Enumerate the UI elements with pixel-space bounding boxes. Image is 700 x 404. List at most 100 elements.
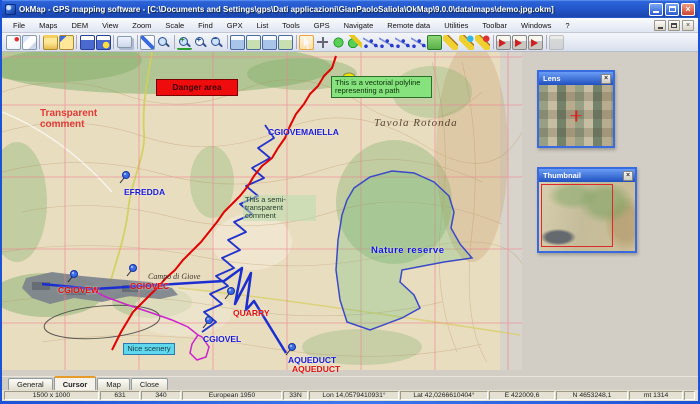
menu-dem[interactable]: DEM (64, 21, 95, 30)
thumbnail-title-bar[interactable]: Thumbnail × (539, 169, 635, 182)
status-cursor-y: 340 (141, 391, 181, 400)
menu-zoom[interactable]: Zoom (125, 21, 158, 30)
tab-general[interactable]: General (8, 378, 53, 390)
waypoint-label-aqueduct-2[interactable]: AQUEDUCT (292, 365, 340, 374)
add-waypoint-icon[interactable] (331, 34, 346, 50)
zoom-out-icon[interactable]: − (209, 34, 224, 50)
place-label-tavola-rotonda: Tavola Rotonda (374, 117, 458, 129)
send-waypoints-icon[interactable] (496, 34, 511, 50)
menu-scale[interactable]: Scale (158, 21, 191, 30)
menu-remote-data[interactable]: Remote data (380, 21, 437, 30)
map-scale-icon[interactable] (95, 34, 111, 50)
mdi-close-button[interactable]: × (682, 19, 694, 31)
waypoint-label-efredda[interactable]: EFREDDA (124, 188, 165, 197)
waypoint-label-cgiovemaiella[interactable]: CGIOVEMAIELLA (268, 128, 339, 137)
new-comment-icon[interactable] (443, 34, 458, 50)
close-button[interactable]: × (681, 2, 695, 16)
menu-navigate[interactable]: Navigate (337, 21, 381, 30)
thumbnail-window: Thumbnail × (537, 167, 637, 253)
waypoint-label-quarry[interactable]: QUARRY (233, 309, 270, 318)
send-routes-icon[interactable] (512, 34, 527, 50)
menu-list[interactable]: List (250, 21, 276, 30)
maximize-button[interactable] (665, 2, 679, 16)
zoom-full-icon[interactable] (262, 34, 277, 50)
zoom-region-icon[interactable] (246, 34, 261, 50)
menu-tools[interactable]: Tools (275, 21, 307, 30)
menu-toolbar[interactable]: Toolbar (475, 21, 514, 30)
pin-aqueduct[interactable] (285, 343, 296, 356)
menu-maps[interactable]: Maps (32, 21, 64, 30)
properties-icon[interactable] (549, 34, 564, 50)
menu-gpx[interactable]: GPX (220, 21, 250, 30)
send-tracks-icon[interactable] (528, 34, 543, 50)
export-map-icon[interactable] (58, 34, 74, 50)
lens-close-icon[interactable]: × (601, 73, 611, 84)
status-datum: European 1950 (182, 391, 282, 400)
main-toolbar: + + − (2, 33, 698, 52)
thumbnail-title: Thumbnail (543, 171, 581, 180)
edit-comment-icon[interactable] (459, 34, 474, 50)
semi-transparent-comment[interactable]: This a semi-transparent comment (243, 195, 316, 221)
add-track-icon[interactable] (395, 34, 410, 50)
menu-gps[interactable]: GPS (307, 21, 337, 30)
status-altitude: mt 1314 (629, 391, 683, 400)
pan-tool-icon[interactable] (315, 35, 330, 50)
menu-windows[interactable]: Windows (514, 21, 558, 30)
pin-cgiovec[interactable] (126, 264, 137, 277)
tab-map[interactable]: Map (97, 378, 130, 390)
vector-polyline-comment[interactable]: This is a vectorial polyline representin… (331, 76, 432, 98)
zoom-window-icon[interactable] (230, 34, 245, 50)
edit-waypoint-icon[interactable] (347, 34, 362, 50)
nature-reserve-label[interactable]: Nature reserve (371, 246, 445, 256)
waypoint-label-cgiovel[interactable]: CGIOVEL (203, 335, 241, 344)
nice-scenery-comment[interactable]: Nice scenery (123, 343, 175, 355)
mdi-minimize-button[interactable] (654, 19, 666, 31)
tab-close[interactable]: Close (130, 378, 169, 390)
waypoint-label-cgiovew[interactable]: CGIOVEW (58, 286, 99, 295)
pointer-tool-icon[interactable] (299, 34, 314, 50)
open-map-icon[interactable] (21, 34, 37, 50)
menu-utilities[interactable]: Utilities (437, 21, 475, 30)
new-map-icon[interactable] (5, 34, 21, 50)
menu-help[interactable]: ? (558, 21, 576, 30)
thumbnail-viewport-rect[interactable] (541, 184, 613, 247)
map-canvas[interactable]: Danger area This is a vectorial polyline… (2, 52, 522, 373)
zoom-original-icon[interactable]: + (177, 35, 192, 50)
thumbnail-view[interactable] (539, 182, 635, 251)
danger-area-comment[interactable]: Danger area (156, 79, 238, 96)
lens-title-bar[interactable]: Lens × (539, 72, 613, 85)
copy-map-icon[interactable] (116, 36, 132, 48)
minimize-button[interactable] (649, 2, 663, 16)
save-map-icon[interactable] (79, 34, 95, 50)
edit-track-icon[interactable] (411, 34, 426, 50)
mdi-restore-button[interactable] (668, 19, 680, 31)
menu-find[interactable]: Find (191, 21, 220, 30)
status-tab-bar: General Cursor Map Close (2, 376, 698, 390)
waypoint-label-cgiovec[interactable]: CGIOVEC (130, 282, 169, 291)
map-properties-icon[interactable] (140, 34, 155, 50)
toolbar-separator (492, 35, 494, 49)
status-latitude: Lat 42,0266610404° (400, 391, 488, 400)
menu-bar: File Maps DEM View Zoom Scale Find GPX L… (2, 18, 698, 33)
zoom-previous-icon[interactable] (278, 34, 293, 50)
thumbnail-close-icon[interactable]: × (623, 170, 633, 181)
menu-file[interactable]: File (6, 21, 32, 30)
add-route-icon[interactable] (363, 34, 378, 50)
menu-view[interactable]: View (95, 21, 125, 30)
transparent-comment[interactable]: Transparent comment (40, 108, 112, 130)
status-easting: E 422009,6 (489, 391, 555, 400)
lens-window: Lens × (537, 70, 615, 148)
toolbar-separator (136, 35, 138, 49)
tab-cursor[interactable]: Cursor (53, 376, 97, 390)
status-northing: N 4653248,1 (556, 391, 628, 400)
window-title: OkMap - GPS mapping software - [C:\Docum… (19, 4, 554, 14)
add-area-icon[interactable] (427, 34, 442, 50)
okmap-window: OkMap - GPS mapping software - [C:\Docum… (0, 0, 700, 404)
status-cursor-x: 631 (100, 391, 140, 400)
import-map-icon[interactable] (42, 34, 58, 50)
zoom-in-icon[interactable]: + (193, 35, 208, 50)
delete-comment-icon[interactable] (475, 34, 490, 50)
find-map-icon[interactable] (156, 35, 171, 50)
toolbar-separator (113, 35, 114, 49)
edit-route-icon[interactable] (379, 34, 394, 50)
